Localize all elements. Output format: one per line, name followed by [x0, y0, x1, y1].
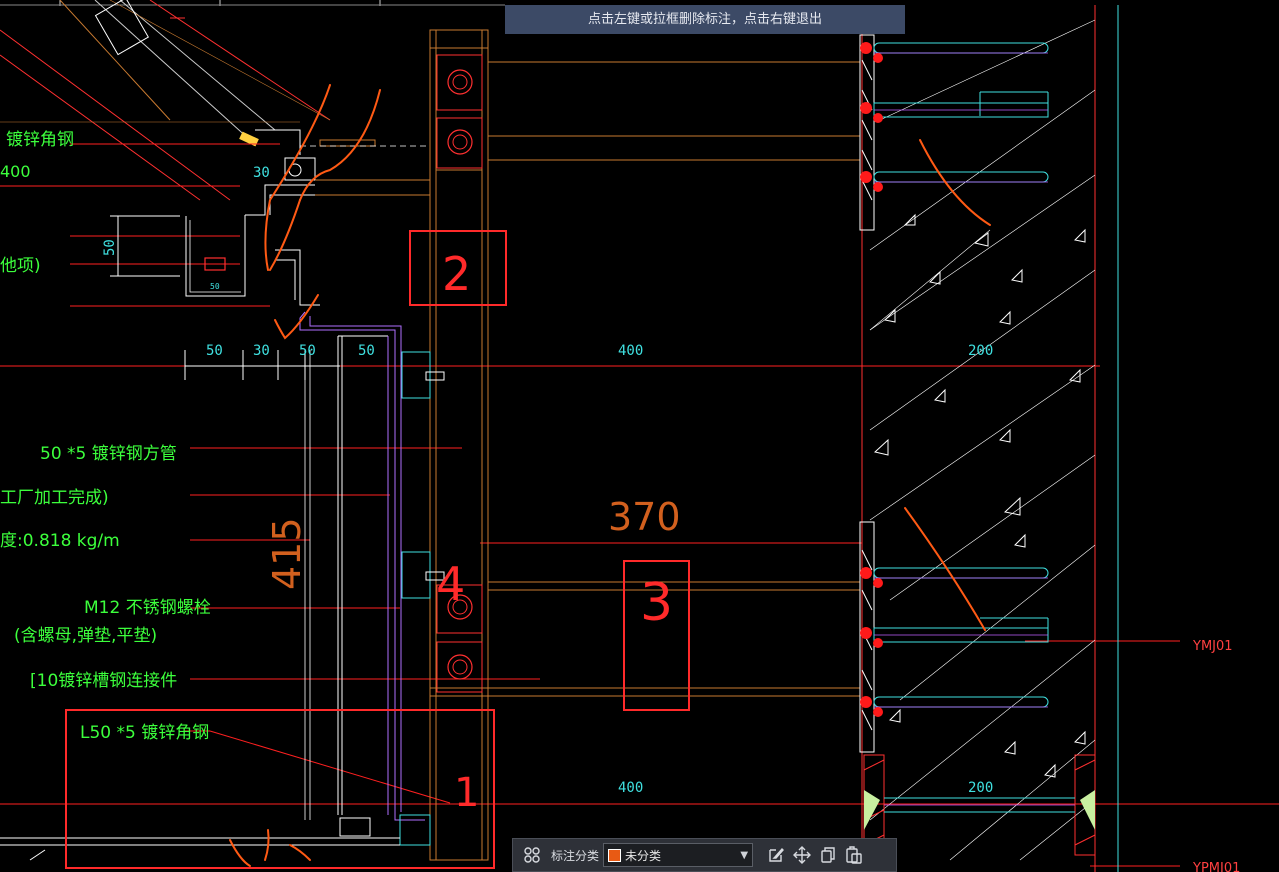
markup-number-1: 1 — [454, 770, 479, 816]
dim-400-top: 400 — [618, 343, 643, 359]
label-ypmj01: YPMJ01 — [1192, 861, 1240, 872]
dim-400-bottom: 400 — [618, 780, 643, 796]
dim-50-a: 50 — [206, 343, 223, 359]
hint-text: 点击左键或拉框删除标注，点击右键退出 — [587, 12, 822, 27]
dim-50-small: 50 — [210, 282, 220, 291]
markup-dim-415: 415 — [265, 517, 309, 590]
label-weight: 度:0.818 kg/m — [0, 531, 120, 551]
category-color-swatch — [608, 848, 622, 862]
label-angle-steel-top: 镀锌角钢 — [6, 130, 74, 150]
dim-200-top: 200 — [968, 343, 993, 359]
markup-number-2: 2 — [442, 247, 471, 301]
dim-50-c: 50 — [358, 343, 375, 359]
label-bolt: M12 不锈钢螺栓 — [84, 598, 211, 618]
dim-50-vertical: 50 — [102, 239, 118, 256]
category-value: 未分类 — [625, 848, 662, 863]
label-bolt-detail: (含螺母,弹垫,平垫) — [14, 626, 157, 646]
chevron-down-icon: ▼ — [740, 849, 749, 861]
concrete-wall — [859, 5, 1119, 872]
label-other-partial: 他项) — [0, 256, 41, 276]
dim-200-bottom: 200 — [968, 780, 993, 796]
paste-icon[interactable] — [841, 842, 867, 868]
label-factory: 工厂加工完成) — [0, 488, 109, 508]
label-channel: [10镀锌槽钢连接件 — [30, 671, 177, 691]
label-angle-steel: L50 *5 镀锌角钢 — [80, 723, 209, 743]
edit-icon[interactable] — [763, 842, 789, 868]
copy-icon[interactable] — [815, 842, 841, 868]
cad-drawing-canvas[interactable]: 镀锌角钢 400 他项) 50 *5 镀锌钢方管 工厂加工完成) 度:0.818… — [0, 0, 1279, 872]
move-icon[interactable] — [789, 842, 815, 868]
markup-number-3: 3 — [640, 573, 673, 633]
label-square-tube: 50 *5 镀锌钢方管 — [40, 444, 177, 464]
dim-30-a: 30 — [253, 343, 270, 359]
markup-dim-370: 370 — [608, 495, 681, 539]
grid-icon[interactable] — [519, 842, 545, 868]
markup-number-4: 4 — [436, 557, 465, 611]
dim-30-top: 30 — [253, 165, 270, 181]
hint-bar: 点击左键或拉框删除标注，点击右键退出 — [505, 5, 905, 34]
category-select[interactable]: 未分类 ▼ — [603, 843, 754, 867]
label-ymj01: YMJ01 — [1192, 639, 1233, 654]
hand-markup — [65, 84, 991, 869]
dim-50-b: 50 — [299, 343, 316, 359]
label-dim-400-partial: 400 — [0, 162, 31, 181]
roof-diagonal-structure — [0, 0, 331, 201]
category-label: 标注分类 — [551, 848, 600, 863]
annotation-toolbar: 标注分类 未分类 ▼ — [512, 838, 897, 872]
